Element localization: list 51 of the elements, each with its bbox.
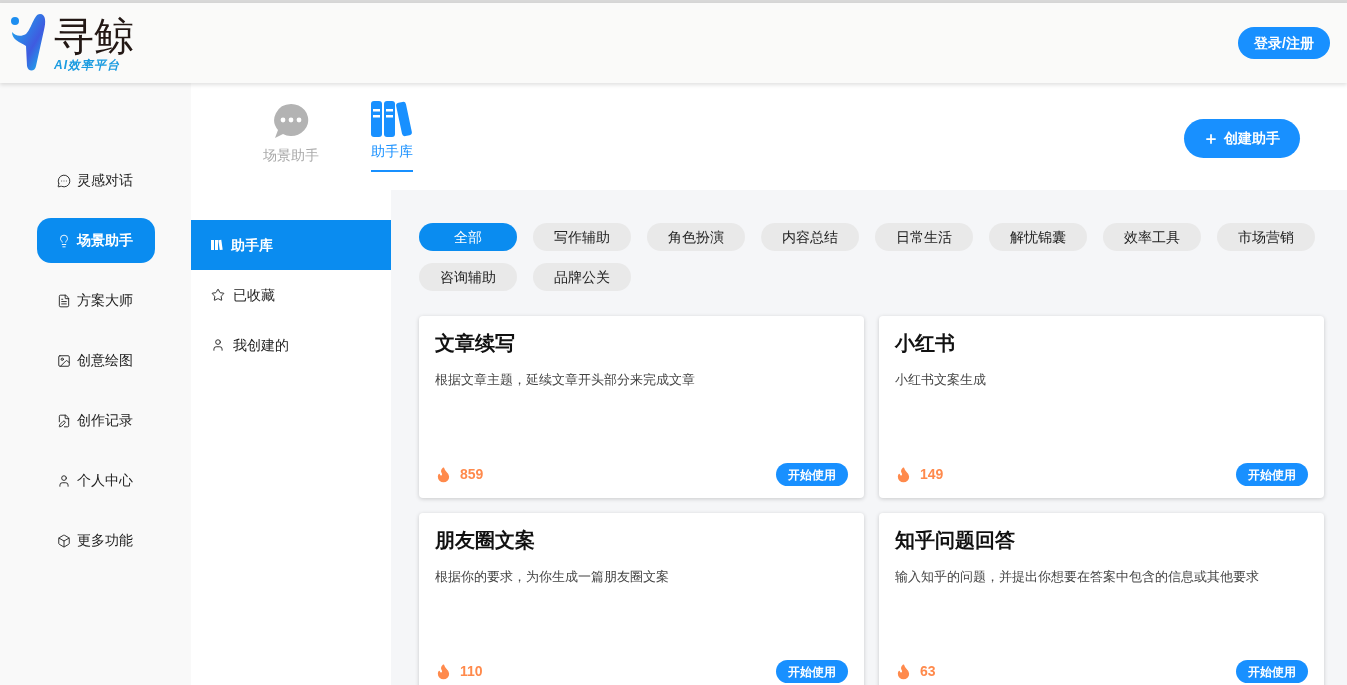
books-icon: [211, 239, 223, 251]
card-description: 输入知乎的问题，并提出你想要在答案中包含的信息或其他要求: [895, 568, 1260, 586]
usage-count: 63: [920, 662, 936, 681]
subnav-item[interactable]: 我创建的: [191, 320, 391, 370]
flame-icon: [895, 663, 912, 680]
logo-title: 寻鲸: [54, 14, 134, 58]
card-title: 朋友圈文案: [435, 528, 536, 553]
plus-icon: [1204, 131, 1218, 146]
card-description: 小红书文案生成: [895, 371, 987, 389]
category-chip[interactable]: 咨询辅助: [419, 263, 517, 291]
cube-icon: [56, 533, 71, 548]
nav-item[interactable]: 更多功能: [36, 518, 155, 563]
category-chip[interactable]: 品牌公关: [533, 263, 631, 291]
card-title: 知乎问题回答: [895, 528, 1016, 553]
flame-icon: [435, 466, 452, 483]
user-icon: [211, 338, 225, 352]
logo-subtitle: AI效率平台: [54, 58, 121, 72]
document-icon: [56, 293, 71, 308]
category-chip[interactable]: 效率工具: [1103, 223, 1201, 251]
chat-bubble-icon: [271, 101, 311, 141]
usage-count: 110: [460, 662, 483, 681]
nav-item[interactable]: 灵感对话: [36, 158, 155, 203]
assistant-card[interactable]: 小红书 小红书文案生成 149 开始使用: [879, 316, 1324, 498]
star-icon: [211, 288, 225, 302]
assistant-card[interactable]: 知乎问题回答 输入知乎的问题，并提出你想要在答案中包含的信息或其他要求 63 开始使用: [879, 513, 1324, 685]
nav-item[interactable]: 方案大师: [36, 278, 155, 323]
category-chip[interactable]: 日常生活: [875, 223, 973, 251]
user-icon: [56, 473, 71, 488]
assistant-card[interactable]: 文章续写 根据文章主题，延续文章开头部分来完成文章 859 开始使用: [419, 316, 864, 498]
edit-icon: [56, 413, 71, 428]
flame-icon: [895, 466, 912, 483]
category-chip[interactable]: 角色扮演: [647, 223, 745, 251]
books-icon: [371, 101, 413, 137]
card-title: 文章续写: [435, 331, 516, 356]
nav-item[interactable]: 创作记录: [36, 398, 155, 443]
category-chip[interactable]: 内容总结: [761, 223, 859, 251]
usage-count: 149: [920, 465, 944, 484]
card-description: 根据你的要求，为你生成一篇朋友圈文案: [435, 568, 670, 586]
category-chip[interactable]: 写作辅助: [533, 223, 631, 251]
image-icon: [56, 353, 71, 368]
category-chip[interactable]: 解忧锦囊: [989, 223, 1087, 251]
chat-icon: [56, 173, 71, 188]
subnav-item[interactable]: 已收藏: [191, 270, 391, 320]
usage-count: 859: [460, 465, 484, 484]
assistant-card[interactable]: 朋友圈文案 根据你的要求，为你生成一篇朋友圈文案 110 开始使用: [419, 513, 864, 685]
category-chip[interactable]: 市场营销: [1217, 223, 1315, 251]
nav-item[interactable]: 个人中心: [36, 458, 155, 503]
nav-item[interactable]: 创意绘图: [36, 338, 155, 383]
flame-icon: [435, 663, 452, 680]
card-title: 小红书: [895, 331, 956, 356]
card-description: 根据文章主题，延续文章开头部分来完成文章: [435, 371, 696, 389]
